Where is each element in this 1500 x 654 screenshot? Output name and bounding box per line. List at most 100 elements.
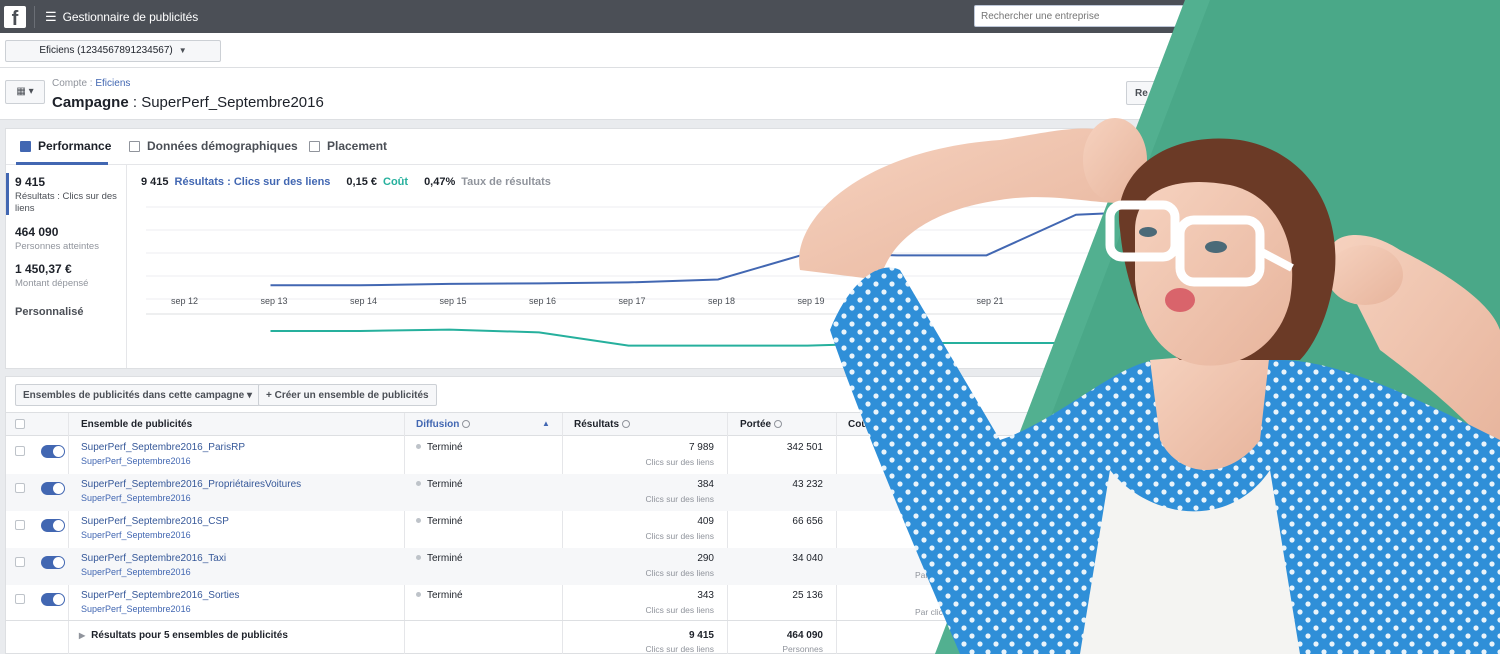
- app-title[interactable]: Gestionnaire de publicités: [63, 10, 199, 24]
- metric-results[interactable]: 9 415 Résultats : Clics sur des liens: [15, 175, 121, 215]
- row-checkbox[interactable]: [15, 520, 25, 530]
- table-row[interactable]: SuperPerf_Septembre2016_CSP SuperPerf_Sep…: [6, 511, 1499, 548]
- totals-reach-sub: Personnes: [782, 644, 823, 654]
- results-value: 290: [697, 553, 714, 564]
- adset-toggle[interactable]: [41, 593, 65, 606]
- view-icon: ▦ ▾: [16, 86, 34, 97]
- adset-name-link[interactable]: SuperPerf_Septembre2016_ParisRP: [81, 442, 245, 453]
- x-tick-label: sep 17: [619, 296, 646, 306]
- summary-results-value: 9 415: [141, 176, 169, 188]
- tab-placement[interactable]: Placement: [309, 139, 387, 153]
- adset-name-link[interactable]: SuperPerf_Septembre2016_CSP: [81, 516, 229, 527]
- x-tick-label: sep 19: [798, 296, 825, 306]
- sort-ascending-icon[interactable]: ▲: [542, 419, 550, 428]
- adset-campaign-link[interactable]: SuperPerf_Septembre2016: [81, 567, 191, 577]
- account-selected-label: Eficiens (1234567891234567): [39, 45, 173, 56]
- column-header-cost[interactable]: Coût: [848, 419, 882, 430]
- summary-results-label: Résultats : Clics sur des liens: [174, 176, 331, 188]
- reach-value: 66 656: [792, 516, 823, 527]
- adset-campaign-link[interactable]: SuperPerf_Septembre2016: [81, 530, 191, 540]
- cost-value: 0,4: [962, 484, 976, 495]
- column-header-results[interactable]: Résultats: [574, 419, 631, 430]
- campaign-header: ▦ ▾ Compte : Eficiens Campagne : SuperPe…: [0, 68, 1500, 120]
- hamburger-menu-icon[interactable]: ☰: [45, 9, 57, 25]
- caret-down-icon: ▾: [246, 390, 252, 401]
- adsets-scope-label: Ensembles de publicités dans cette campa…: [23, 390, 245, 401]
- cost-sub: Par clic sur un: [915, 496, 969, 506]
- totals-row: ▶ Résultats pour 5 ensembles de publicité…: [6, 620, 1499, 654]
- x-tick-label: sep 13: [261, 296, 288, 306]
- active-metric-indicator: [6, 173, 9, 215]
- x-tick-label: sep 16: [529, 296, 556, 306]
- adset-name-link[interactable]: SuperPerf_Septembre2016_Taxi: [81, 553, 226, 564]
- x-tick-label: sep 12: [171, 296, 198, 306]
- adset-campaign-link[interactable]: SuperPerf_Septembre2016: [81, 456, 191, 466]
- delivery-status-text: Terminé: [427, 442, 463, 453]
- chart-summary: 9 415 Résultats : Clics sur des liens 0,…: [141, 176, 551, 188]
- table-row[interactable]: SuperPerf_Septembre2016_Taxi SuperPerf_Se…: [6, 548, 1499, 585]
- table-row[interactable]: SuperPerf_Septembre2016_Sorties SuperPerf…: [6, 585, 1499, 622]
- adset-toggle[interactable]: [41, 482, 65, 495]
- page-title-value: SuperPerf_Septembre2016: [141, 94, 324, 111]
- create-adset-button[interactable]: + Créer un ensemble de publicités: [258, 384, 437, 406]
- metric-reach-label: Personnes atteintes: [15, 241, 99, 252]
- metric-spend[interactable]: 1 450,37 € Montant dépensé: [15, 262, 121, 290]
- results-sub: Clics sur des liens: [645, 568, 715, 578]
- adset-toggle[interactable]: [41, 445, 65, 458]
- select-all-checkbox[interactable]: [15, 419, 25, 429]
- summary-rate-label: Taux de résultats: [461, 176, 551, 188]
- row-checkbox[interactable]: [15, 483, 25, 493]
- column-header-delivery[interactable]: Diffusion: [416, 419, 471, 430]
- cost-value: 0,: [962, 558, 971, 569]
- results-sub: Clics sur des liens: [645, 605, 715, 615]
- people-icon: [129, 140, 140, 152]
- reach-value: 25 136: [792, 590, 823, 601]
- delivery-status: Terminé: [416, 516, 463, 527]
- x-tick-label: sep 18: [708, 296, 735, 306]
- divider: [34, 5, 35, 28]
- adset-name-link[interactable]: SuperPerf_Septembre2016_PropriétairesVoi…: [81, 479, 301, 490]
- tab-bar: Performance Données démographiques Place…: [6, 129, 1499, 165]
- account-selector[interactable]: Eficiens (1234567891234567) ▼: [5, 40, 221, 62]
- adset-name-link[interactable]: SuperPerf_Septembre2016_Sorties: [81, 590, 239, 601]
- search-business-input[interactable]: [974, 5, 1184, 27]
- results-value: 384: [697, 479, 714, 490]
- placement-icon: [309, 140, 320, 152]
- cost-series-line: [270, 328, 1166, 347]
- header-action-button[interactable]: Re: [1126, 81, 1186, 105]
- performance-panel: Performance Données démographiques Place…: [5, 128, 1500, 369]
- table-row[interactable]: SuperPerf_Septembre2016_PropriétairesVoi…: [6, 474, 1499, 511]
- info-icon: [462, 420, 471, 428]
- delivery-status-text: Terminé: [427, 516, 463, 527]
- x-tick-label: sep 21: [977, 296, 1004, 306]
- adset-campaign-link[interactable]: SuperPerf_Septembre2016: [81, 604, 191, 614]
- create-adset-label: Créer un ensemble de publicités: [274, 390, 429, 401]
- breadcrumb-prefix: Compte :: [52, 78, 93, 89]
- column-header-name[interactable]: Ensemble de publicités: [81, 419, 192, 430]
- custom-metric-link[interactable]: Personnalisé: [15, 306, 83, 318]
- breadcrumb-account-link[interactable]: Eficiens: [95, 78, 130, 89]
- table-row[interactable]: SuperPerf_Septembre2016_ParisRP SuperPerf…: [6, 437, 1499, 474]
- adset-toggle[interactable]: [41, 556, 65, 569]
- facebook-logo-icon[interactable]: f: [4, 5, 26, 28]
- row-checkbox[interactable]: [15, 557, 25, 567]
- results-series-line: [270, 209, 1166, 287]
- adset-toggle[interactable]: [41, 519, 65, 532]
- row-checkbox[interactable]: [15, 594, 25, 604]
- adsets-scope-dropdown[interactable]: Ensembles de publicités dans cette campa…: [15, 384, 260, 406]
- adset-campaign-link[interactable]: SuperPerf_Septembre2016: [81, 493, 191, 503]
- results-value: 343: [697, 590, 714, 601]
- view-toggle-button[interactable]: ▦ ▾: [5, 80, 45, 104]
- delivery-status-text: Terminé: [427, 590, 463, 601]
- x-tick-label: sep 14: [350, 296, 377, 306]
- totals-results: 9 415: [688, 630, 714, 641]
- tab-performance[interactable]: Performance: [20, 139, 111, 153]
- tab-demographics[interactable]: Données démographiques: [129, 139, 298, 153]
- totals-label[interactable]: ▶ Résultats pour 5 ensembles de publicité…: [79, 630, 288, 641]
- metric-reach[interactable]: 464 090 Personnes atteintes: [15, 225, 121, 253]
- row-checkbox[interactable]: [15, 446, 25, 456]
- adsets-table: Ensemble de publicités Diffusion ▲ Résul…: [5, 412, 1500, 654]
- column-header-reach[interactable]: Portée: [740, 419, 783, 430]
- results-value: 409: [697, 516, 714, 527]
- page-title-label: Campagne: [52, 94, 129, 111]
